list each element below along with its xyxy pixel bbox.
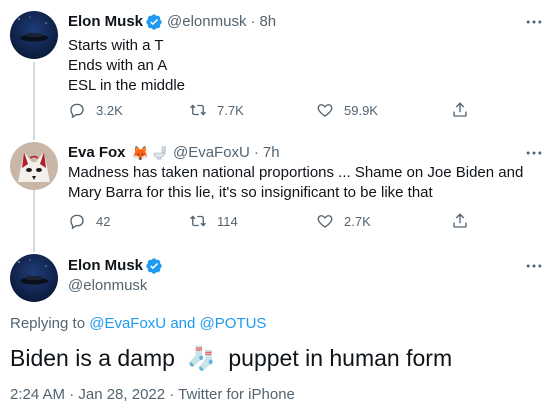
reply-count: 3.2K bbox=[96, 102, 123, 118]
share-action[interactable] bbox=[451, 101, 479, 119]
retweet-icon bbox=[190, 215, 206, 227]
more-options-icon[interactable] bbox=[524, 143, 544, 163]
more-options-icon[interactable] bbox=[524, 12, 544, 32]
main-tweet-text: Biden is a damp 🧦 puppet in human form bbox=[10, 344, 452, 372]
handle[interactable]: @elonmusk bbox=[68, 276, 147, 296]
text-before: Biden is a damp bbox=[10, 345, 175, 371]
like-action[interactable]: 59.9K bbox=[316, 101, 378, 119]
avatar[interactable] bbox=[10, 142, 58, 190]
separator-dot: · bbox=[253, 144, 259, 161]
retweet-count: 7.7K bbox=[217, 102, 244, 118]
handle-row: @elonmusk bbox=[68, 276, 147, 296]
tweet-time[interactable]: 8h bbox=[259, 12, 276, 32]
text-after: puppet in human form bbox=[228, 345, 453, 371]
share-action[interactable] bbox=[451, 212, 479, 230]
tweet-text: Starts with a T Ends with an A ESL in th… bbox=[68, 36, 185, 96]
tweet-time[interactable]: 7h bbox=[263, 143, 280, 163]
tweet-header: Eva Fox 🦊 @EvaFoxU · 7h bbox=[68, 143, 280, 163]
retweet-count: 114 bbox=[217, 213, 238, 229]
tweet-line: ESL in the middle bbox=[68, 77, 186, 94]
like-count: 2.7K bbox=[344, 213, 371, 229]
replying-to: Replying to @EvaFoxU and @POTUS bbox=[10, 315, 266, 332]
tweet-header: Elon Musk @elonmusk · 8h bbox=[68, 12, 276, 32]
retweet-action[interactable]: 114 bbox=[189, 212, 238, 230]
tweet-timestamp[interactable]: 2:24 AM · Jan 28, 2022 · bbox=[10, 386, 178, 403]
share-icon bbox=[453, 213, 467, 228]
avatar[interactable] bbox=[10, 11, 58, 59]
mention-evafoxu[interactable]: @EvaFoxU bbox=[89, 315, 166, 332]
replying-to-label: Replying to bbox=[10, 315, 86, 332]
reply-icon bbox=[70, 214, 84, 230]
handle[interactable]: @elonmusk bbox=[167, 12, 246, 32]
toilet-icon bbox=[153, 146, 166, 160]
tweet-evafox[interactable]: Eva Fox 🦊 @EvaFoxU · 7h Madness has take… bbox=[0, 140, 554, 250]
tweet-line: Ends with an A bbox=[68, 57, 168, 74]
tweet-source[interactable]: Twitter for iPhone bbox=[178, 386, 295, 403]
tweet-elon-1[interactable]: Elon Musk @elonmusk · 8h Starts with a T… bbox=[0, 0, 554, 140]
reply-action[interactable]: 42 bbox=[68, 212, 110, 230]
tweet-header: Elon Musk bbox=[68, 256, 163, 276]
tweet-metadata: 2:24 AM · Jan 28, 2022 · Twitter for iPh… bbox=[10, 386, 295, 403]
verified-badge-icon bbox=[146, 14, 162, 30]
mention-and[interactable]: and bbox=[170, 315, 195, 332]
tweet-text: Madness has taken national proportions .… bbox=[68, 164, 524, 201]
avatar[interactable] bbox=[10, 254, 58, 302]
verified-badge-icon bbox=[146, 258, 162, 274]
like-action[interactable]: 2.7K bbox=[316, 212, 371, 230]
more-options-icon[interactable] bbox=[524, 256, 544, 276]
like-count: 59.9K bbox=[344, 102, 378, 118]
fox-emoji: 🦊 bbox=[131, 145, 149, 161]
heart-icon bbox=[317, 215, 333, 228]
heart-icon bbox=[317, 104, 333, 117]
reply-count: 42 bbox=[96, 213, 111, 229]
display-name[interactable]: Elon Musk bbox=[68, 12, 143, 32]
retweet-action[interactable]: 7.7K bbox=[189, 101, 244, 119]
display-name[interactable]: Eva Fox bbox=[68, 143, 126, 163]
retweet-icon bbox=[190, 104, 206, 116]
reply-icon bbox=[70, 103, 84, 119]
mention-potus[interactable]: @POTUS bbox=[200, 315, 267, 332]
share-icon bbox=[453, 102, 467, 117]
handle[interactable]: @EvaFoxU bbox=[173, 143, 250, 163]
separator-dot: · bbox=[250, 13, 256, 30]
tweet-line: Starts with a T bbox=[68, 37, 164, 54]
socks-emoji: 🧦 bbox=[187, 345, 216, 371]
reply-action[interactable]: 3.2K bbox=[68, 101, 123, 119]
display-name[interactable]: Elon Musk bbox=[68, 256, 143, 276]
